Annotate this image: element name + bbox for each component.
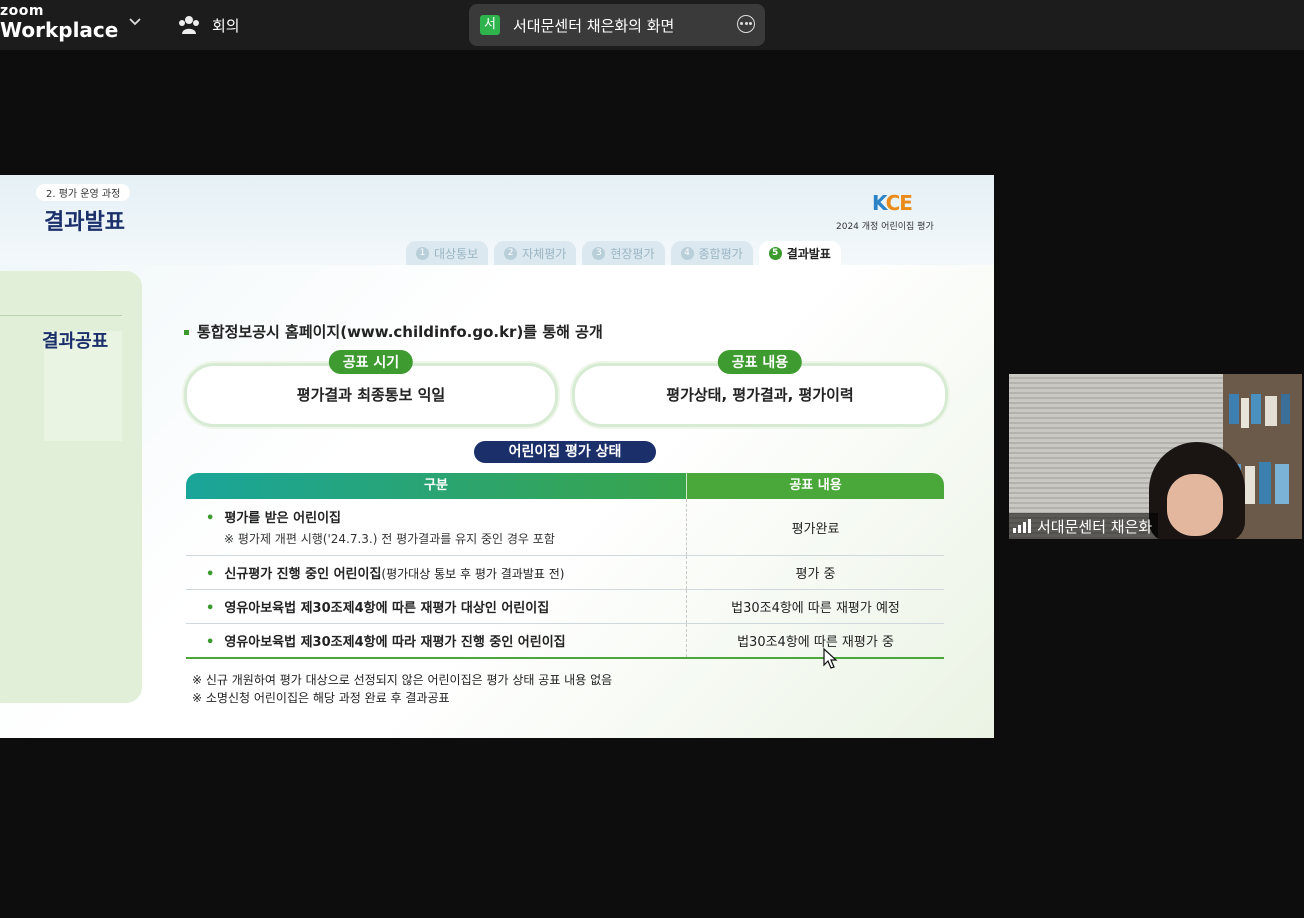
share-title: 서대문센터 채은화의 화면 <box>513 17 675 35</box>
tab-5-active: 5 결과발표 <box>758 241 841 265</box>
participant-name-tag: 서대문센터 채은화 <box>1009 513 1159 539</box>
mouse-cursor-icon <box>823 647 838 669</box>
timing-value: 평가결과 최종통보 익일 <box>296 386 446 404</box>
footnote: ※ 소명신청 어린이집은 해당 과정 완료 후 결과공표 <box>192 691 450 705</box>
participant-video-tile[interactable]: 서대문센터 채은화 <box>1009 374 1302 539</box>
side-label: 결과공표 <box>42 331 109 352</box>
participants-icon <box>179 16 199 34</box>
kce-logo: KCE <box>872 191 913 215</box>
header-content: 공표 내용 <box>686 473 944 499</box>
status-title: 어린이집 평가 상태 <box>474 441 656 463</box>
header-category: 구분 <box>186 473 686 499</box>
sharer-avatar: 서 <box>480 15 500 35</box>
screen-share-indicator[interactable]: 서 서대문센터 채은화의 화면 <box>469 4 765 46</box>
slide-title: 결과발표 <box>44 210 125 235</box>
tab-4: 4 종합평가 <box>670 241 753 265</box>
brand-top: zoom <box>0 3 44 19</box>
more-icon[interactable] <box>737 15 755 33</box>
tab-2: 2 자체평가 <box>494 241 577 265</box>
table-row: • 평가를 받은 어린이집 ※ 평가제 개편 시행('24.7.3.) 전 평가결… <box>186 499 944 556</box>
meeting-menu[interactable]: 회의 <box>178 12 240 38</box>
status-table: 구분 공표 내용 • 평가를 받은 어린이집 ※ 평가제 개편 시행('24.7.… <box>186 473 944 659</box>
timing-box: 공표 시기 평가결과 최종통보 익일 <box>184 350 558 427</box>
signal-icon <box>1013 519 1031 533</box>
zoom-top-bar: zoom Workplace 회의 서 서대문센터 채은화의 화면 <box>0 0 1304 50</box>
brand-bottom: Workplace <box>0 18 119 42</box>
bullet-heading: 통합정보공시 홈페이지(www.childinfo.go.kr)를 통해 공개 <box>184 321 603 342</box>
content-box: 공표 내용 평가상태, 평가결과, 평가이력 <box>572 350 948 427</box>
table-row: • 신규평가 진행 중인 어린이집(평가대상 통보 후 평가 결과발표 전) 평가… <box>186 556 944 590</box>
footnotes: ※ 신규 개원하여 평가 대상으로 선정되지 않은 어린이집은 평가 상태 공표… <box>192 671 612 707</box>
table-row: • 영유아보육법 제30조제4항에 따른 재평가 대상인 어린이집 법30조4항에… <box>186 590 944 624</box>
meeting-label: 회의 <box>212 16 240 35</box>
content-label: 공표 내용 <box>717 350 803 374</box>
process-tabs: 1 대상통보 2 자체평가 3 현장평가 4 종합평가 5 결과발표 <box>406 241 841 265</box>
shared-slide: 2. 평가 운영 과정 결과발표 KCE 2024 개정 어린이집 평가 1 대상… <box>0 175 994 738</box>
zoom-workplace-logo[interactable]: zoom Workplace <box>0 4 118 40</box>
participant-name: 서대문센터 채은화 <box>1037 517 1153 536</box>
table-header: 구분 공표 내용 <box>186 473 944 499</box>
section-chip: 2. 평가 운영 과정 <box>36 184 131 201</box>
tab-1: 1 대상통보 <box>406 241 489 265</box>
kce-subtitle: 2024 개정 어린이집 평가 <box>836 222 934 232</box>
chevron-down-icon[interactable] <box>128 14 142 28</box>
footnote: ※ 신규 개원하여 평가 대상으로 선정되지 않은 어린이집은 평가 상태 공표… <box>192 673 613 687</box>
content-value: 평가상태, 평가결과, 평가이력 <box>666 386 854 404</box>
tab-3: 3 현장평가 <box>582 241 665 265</box>
timing-label: 공표 시기 <box>328 350 414 374</box>
